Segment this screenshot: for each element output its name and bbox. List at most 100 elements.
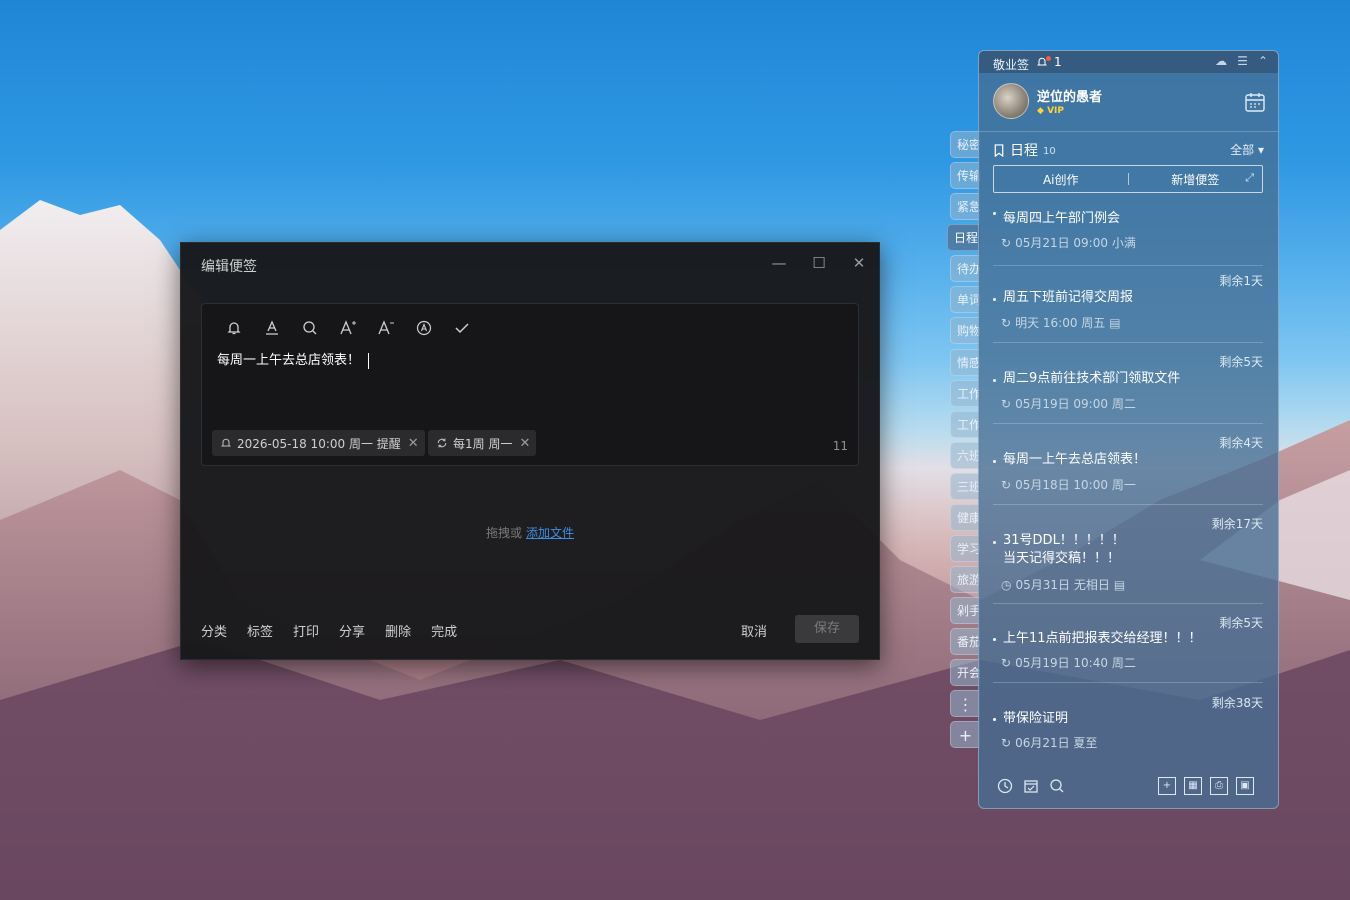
check-icon[interactable] <box>450 316 474 340</box>
calendar-icon[interactable] <box>1244 91 1266 113</box>
search-icon[interactable] <box>298 316 322 340</box>
text-color-icon[interactable] <box>260 316 284 340</box>
tab-work[interactable]: 工作 <box>950 380 980 407</box>
maximize-button[interactable]: ☐ <box>807 251 831 275</box>
add-category-button[interactable]: + <box>950 721 980 748</box>
cloud-sync-icon[interactable]: ☁ <box>1215 54 1227 68</box>
divider <box>993 504 1263 505</box>
tab-todo[interactable]: 待办 <box>950 255 980 282</box>
note-text[interactable]: 每周一上午去总店领表！ <box>217 349 370 369</box>
remaining-days: 剩余5天 <box>1219 355 1263 369</box>
category-button[interactable]: 分类 <box>201 621 227 640</box>
grid-icon[interactable]: ▦ <box>1184 777 1202 795</box>
list-item[interactable]: 每周四上午部门例会 ↻ 05月21日 09:00 小满 <box>993 199 1263 267</box>
tab-class-six[interactable]: 六班 <box>950 442 980 469</box>
tab-health[interactable]: 健康 <box>950 504 980 531</box>
avatar[interactable] <box>993 83 1029 119</box>
save-button[interactable]: 保存 <box>795 615 859 643</box>
notification-dot <box>1046 55 1051 61</box>
item-meta: ↻ 05月21日 09:00 小满 <box>1001 235 1136 251</box>
reminder-chip[interactable]: 2026-05-18 10:00 周一 提醒 ✕ <box>212 430 425 456</box>
format-icon[interactable] <box>412 316 436 340</box>
list-item[interactable]: 剩余1天 周五下班前记得交周报 ↻ 明天 16:00 周五 ▤ <box>993 272 1263 350</box>
tab-secret[interactable]: 秘密 <box>950 131 980 158</box>
list-item[interactable]: 剩余4天 每周一上午去总店领表！ ↻ 05月18日 10:00 周一 <box>993 434 1263 512</box>
tab-work-2[interactable]: 工作 <box>950 411 980 438</box>
bullet <box>993 460 996 463</box>
repeat-icon <box>437 438 447 448</box>
new-note-button[interactable]: 新增便签 <box>1129 171 1263 188</box>
expand-icon[interactable]: ⤢ <box>1245 171 1254 185</box>
repeat-icon: ↻ <box>1001 477 1012 492</box>
bullet <box>993 718 996 721</box>
list-item[interactable]: 剩余5天 周二9点前往技术部门领取文件 ↻ 05月19日 09:00 周二 <box>993 353 1263 431</box>
clock-icon: ◷ <box>1001 577 1012 592</box>
list-item[interactable]: 剩余38天 带保险证明 ↻ 06月21日 夏至 <box>993 694 1263 764</box>
complete-button[interactable]: 完成 <box>431 621 457 640</box>
repeat-icon: ↻ <box>1001 655 1012 670</box>
tab-pomodoro[interactable]: 番茄 <box>950 628 980 655</box>
tab-shopping[interactable]: 购物 <box>950 317 980 344</box>
bell-icon[interactable] <box>222 316 246 340</box>
search-icon[interactable] <box>1049 778 1065 794</box>
notification-count: 1 <box>1054 55 1062 69</box>
item-title: 带保险证明 <box>1003 711 1069 726</box>
share-button[interactable]: 分享 <box>339 621 365 640</box>
repeat-icon: ↻ <box>1001 235 1012 250</box>
panel-controls: ☁ ☰ ⌃ <box>1215 54 1268 68</box>
item-meta: ↻ 明天 16:00 周五 ▤ <box>1001 315 1121 331</box>
calendar-check-icon[interactable] <box>1023 778 1039 794</box>
ai-create-button[interactable]: Ai创作 <box>994 171 1128 188</box>
clock-icon[interactable] <box>997 778 1013 794</box>
tab-shopping-spree[interactable]: 剁手 <box>950 597 980 624</box>
print-button[interactable]: 打印 <box>293 621 319 640</box>
tab-class-three[interactable]: 三班 <box>950 473 980 500</box>
list-item[interactable]: 剩余17天 31号DDL！！！！！ 当天记得交稿！！！ ◷ 05月31日 无相日 ▤ <box>993 515 1263 611</box>
user-name: 逆位的愚者 <box>1037 90 1103 105</box>
tab-meeting[interactable]: 开会 <box>950 659 980 686</box>
note-icon: ▤ <box>1109 315 1121 330</box>
cancel-button[interactable]: 取消 <box>741 621 767 640</box>
repeat-chip[interactable]: 每1周 周一 ✕ <box>428 430 537 456</box>
item-title: 周五下班前记得交周报 <box>1003 290 1134 305</box>
edit-note-window: 编辑便签 — ☐ ✕ 每周一上午去总店领表！ 2026-05-18 10:00 … <box>180 242 880 660</box>
divider <box>993 603 1263 604</box>
font-decrease-icon[interactable] <box>374 316 398 340</box>
font-increase-icon[interactable] <box>336 316 360 340</box>
sticky-notes-panel: 敬业签 1 ☁ ☰ ⌃ 逆位的愚者 ◆ VIP 日程 10 全部 ▾ Ai创作 … <box>978 50 1279 809</box>
minimize-button[interactable]: — <box>767 251 791 275</box>
list-item[interactable]: 剩余5天 上午11点前把报表交给经理！！！ ↻ 05月19日 10:40 周二 <box>993 614 1263 692</box>
tab-emotion[interactable]: 情感 <box>950 349 980 376</box>
notification-button[interactable]: 1 <box>1036 55 1062 69</box>
filter-dropdown[interactable]: 全部 ▾ <box>1230 141 1264 158</box>
add-file-link[interactable]: 添加文件 <box>526 526 574 540</box>
close-button[interactable]: ✕ <box>847 251 871 275</box>
divider <box>993 423 1263 424</box>
layout-icon[interactable]: ▣ <box>1236 777 1254 795</box>
add-icon[interactable]: + <box>1158 777 1176 795</box>
vip-badge: ◆ VIP <box>1037 106 1064 116</box>
attachment-drop-area[interactable]: 拖拽或 添加文件 <box>181 524 879 541</box>
panel-bottom-actions: + ▦ ⎙ ▣ <box>1158 777 1254 795</box>
more-tabs-button[interactable]: ⋮ <box>950 690 980 717</box>
user-profile[interactable]: 逆位的愚者 ◆ VIP <box>993 83 1102 119</box>
note-editor[interactable]: 每周一上午去总店领表！ 2026-05-18 10:00 周一 提醒 ✕ 每1周… <box>201 303 859 466</box>
collapse-icon[interactable]: ⌃ <box>1258 54 1268 68</box>
divider <box>979 131 1278 132</box>
char-count: 11 <box>832 439 848 453</box>
item-title: 每周一上午去总店领表！ <box>1003 452 1147 467</box>
tab-schedule[interactable]: 日程 <box>947 224 980 251</box>
tab-transfer[interactable]: 传输 <box>950 162 980 189</box>
delete-button[interactable]: 删除 <box>385 621 411 640</box>
tab-travel[interactable]: 旅游 <box>950 566 980 593</box>
tag-button[interactable]: 标签 <box>247 621 273 640</box>
item-meta: ◷ 05月31日 无相日 ▤ <box>1001 577 1126 593</box>
remove-repeat-icon[interactable]: ✕ <box>519 436 530 451</box>
print-icon[interactable]: ⎙ <box>1210 777 1228 795</box>
tab-study[interactable]: 学习 <box>950 535 980 562</box>
menu-icon[interactable]: ☰ <box>1237 54 1248 68</box>
tab-words[interactable]: 单词 <box>950 286 980 313</box>
remove-reminder-icon[interactable]: ✕ <box>408 436 419 451</box>
tab-urgent[interactable]: 紧急 <box>950 193 980 220</box>
remaining-days: 剩余1天 <box>1219 274 1263 288</box>
